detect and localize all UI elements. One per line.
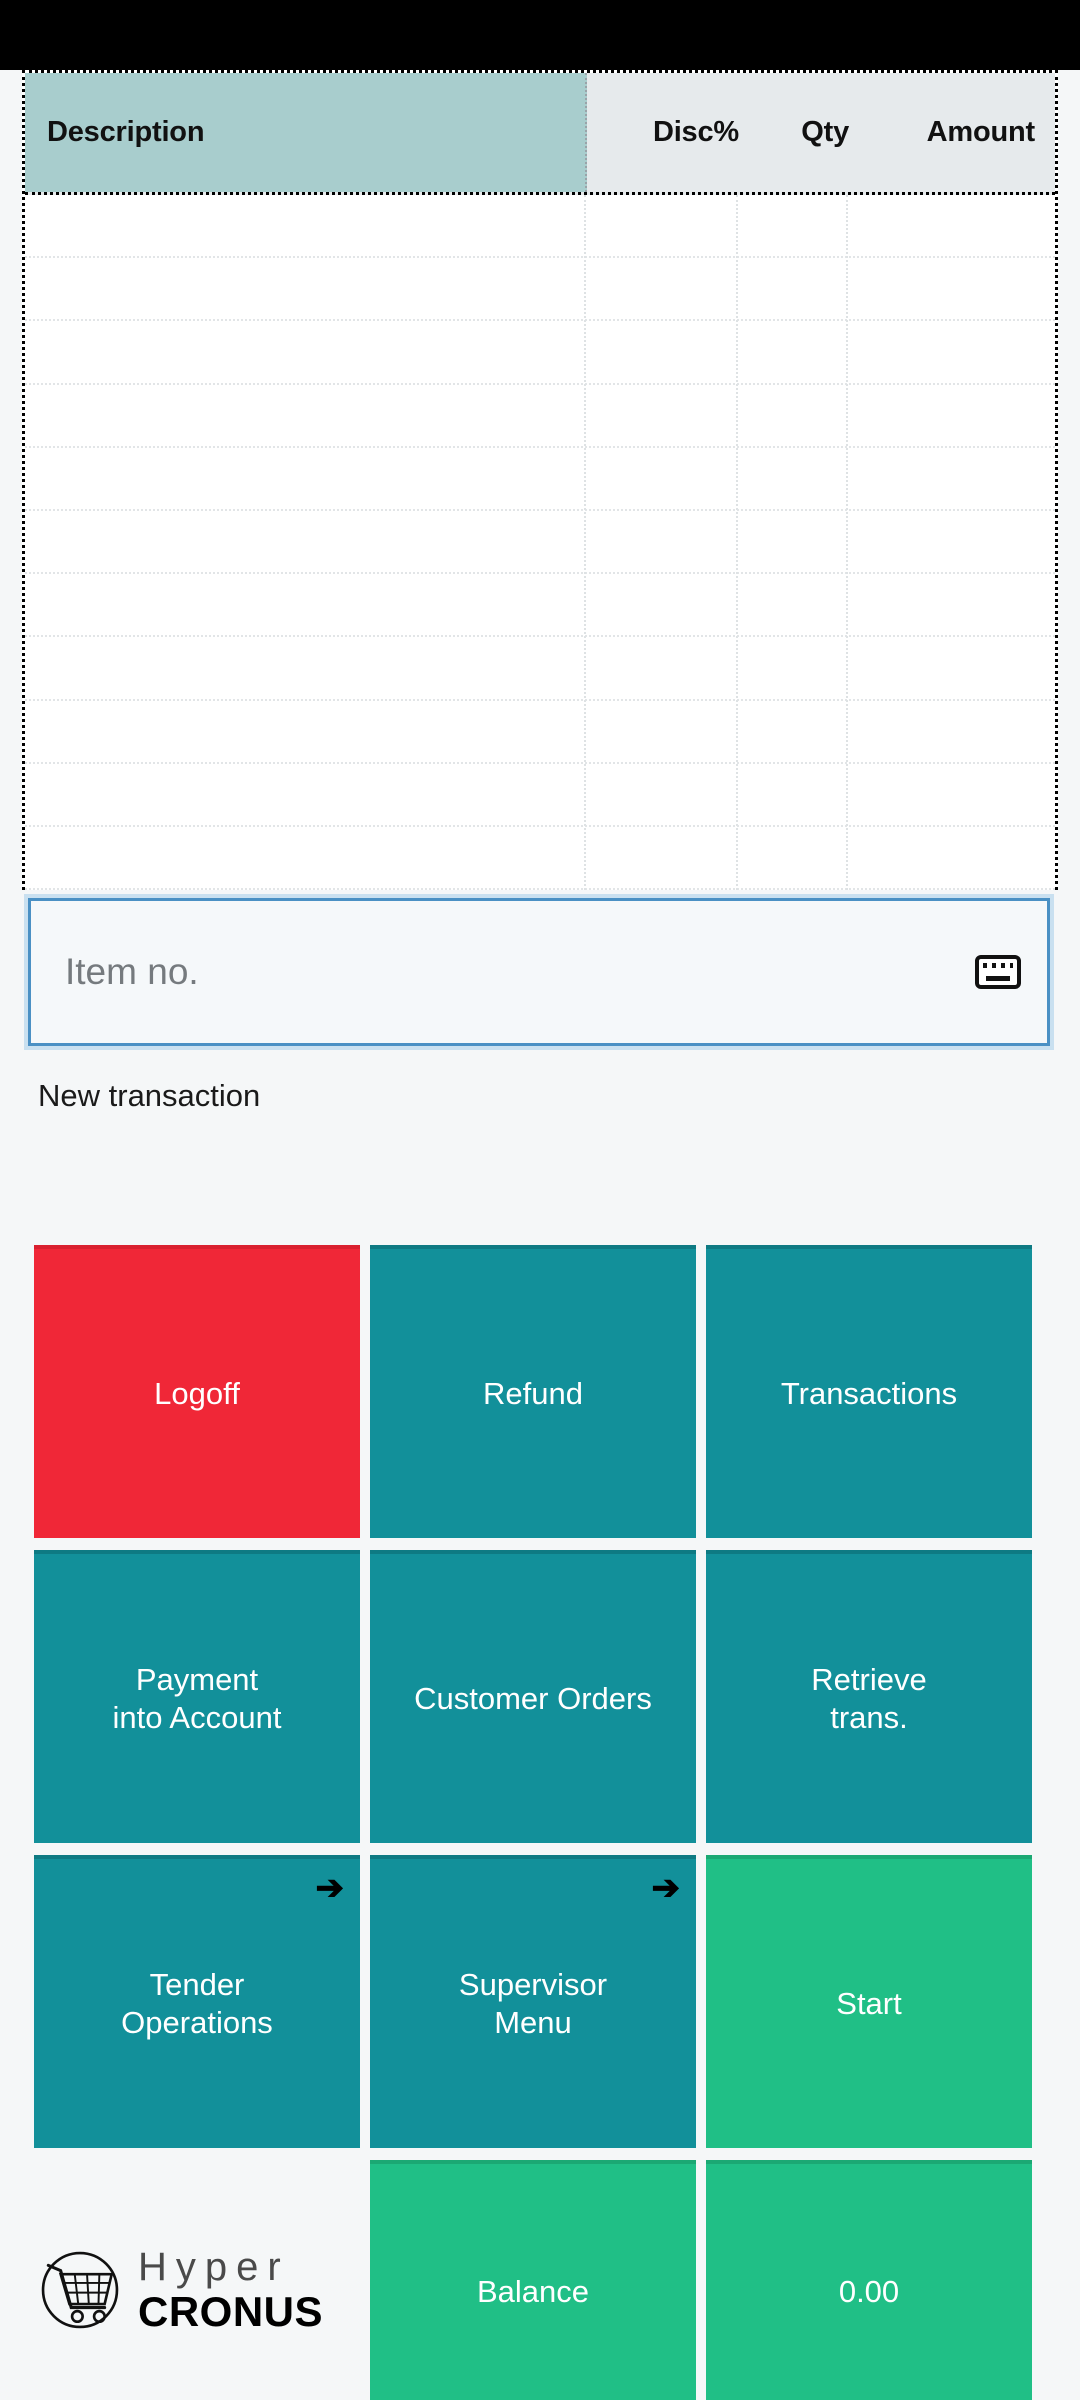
function-button-grid: Logoff Refund Transactions Payment into Acco… (34, 1245, 1046, 2400)
grid-divider-2 (736, 195, 738, 890)
function-button-label: Payment into Account (112, 1661, 282, 1735)
grid-divider-3 (846, 195, 848, 890)
submenu-arrow-icon: ➔ (315, 1869, 345, 1907)
shopping-cart-icon (36, 2246, 124, 2334)
item-no-placeholder: Item no. (65, 951, 199, 992)
receipt-empty-row[interactable] (25, 827, 1055, 891)
brand-cronus-text: CRONUS (138, 2288, 324, 2335)
function-button-transactions[interactable]: Transactions (706, 1245, 1032, 1538)
function-button-label: Retrieve trans. (811, 1661, 927, 1735)
item-no-input[interactable]: Item no. (28, 898, 1050, 1046)
receipt-empty-row[interactable] (25, 321, 1055, 385)
function-button-row: Hyper CRONUS Balance 0.00 (34, 2160, 1046, 2400)
receipt-empty-row[interactable] (25, 764, 1055, 827)
function-button-refund[interactable]: Refund (370, 1245, 696, 1538)
brand-logo: Hyper CRONUS (34, 2160, 360, 2400)
column-header-disc: Disc% (587, 73, 739, 192)
transaction-status-label: New transaction (38, 1078, 261, 1113)
status-bar (0, 0, 1080, 70)
receipt-empty-row[interactable] (25, 637, 1055, 701)
column-header-description-label: Description (47, 116, 205, 148)
keyboard-icon[interactable] (975, 955, 1021, 989)
column-header-qty: Qty (739, 73, 849, 192)
function-button-label: Supervisor Menu (458, 1966, 608, 2040)
receipt-table-header: Description Disc% Qty Amount (25, 73, 1055, 195)
receipt-table-body[interactable] (25, 195, 1055, 891)
function-button-label: Transactions (780, 1375, 958, 1411)
receipt-empty-row[interactable] (25, 574, 1055, 638)
brand-hyper-text: Hyper (138, 2245, 290, 2289)
function-button-row: ➔ Tender Operations ➔ Supervisor Menu Start (34, 1855, 1046, 2148)
function-button-balance[interactable]: Balance (370, 2160, 696, 2400)
function-button-row: Payment into Account Customer Orders Retrie… (34, 1550, 1046, 1843)
receipt-empty-row[interactable] (25, 701, 1055, 764)
function-button-000[interactable]: 0.00 (706, 2160, 1032, 2400)
function-button-supervisor-menu[interactable]: ➔ Supervisor Menu (370, 1855, 696, 2148)
column-header-description: Description (25, 73, 587, 192)
function-button-label: Logoff (154, 1375, 240, 1411)
function-button-customer-orders[interactable]: Customer Orders (370, 1550, 696, 1843)
column-header-amount-label: Amount (926, 116, 1036, 148)
receipt-empty-row[interactable] (25, 448, 1055, 511)
pos-screen: Description Disc% Qty Amount Item no. Ne… (0, 0, 1080, 2400)
function-button-label: Start (836, 1985, 902, 2021)
function-button-label: Balance (476, 2274, 590, 2310)
receipt-empty-row[interactable] (25, 511, 1055, 575)
receipt-empty-row[interactable] (25, 385, 1055, 448)
function-button-label: 0.00 (838, 2274, 900, 2310)
grid-divider-1 (584, 195, 586, 890)
function-button-label: Customer Orders (414, 1680, 652, 1716)
column-header-qty-label: Qty (801, 116, 849, 148)
receipt-empty-row[interactable] (25, 195, 1055, 259)
function-button-tender-operations[interactable]: ➔ Tender Operations (34, 1855, 360, 2148)
function-button-row: Logoff Refund Transactions (34, 1245, 1046, 1538)
receipt-empty-row[interactable] (25, 258, 1055, 322)
function-button-label: Refund (483, 1375, 583, 1411)
submenu-arrow-icon: ➔ (651, 1869, 681, 1907)
column-header-disc-label: Disc% (652, 116, 739, 148)
function-button-start[interactable]: Start (706, 1855, 1032, 2148)
column-header-amount: Amount (849, 73, 1055, 192)
function-button-payment-into-account[interactable]: Payment into Account (34, 1550, 360, 1843)
function-button-logoff[interactable]: Logoff (34, 1245, 360, 1538)
function-button-label: Tender Operations (121, 1966, 273, 2040)
brand-wordmark: Hyper CRONUS (138, 2247, 323, 2333)
receipt-line-grid[interactable]: Description Disc% Qty Amount (22, 70, 1058, 891)
function-button-retrieve-trans[interactable]: Retrieve trans. (706, 1550, 1032, 1843)
